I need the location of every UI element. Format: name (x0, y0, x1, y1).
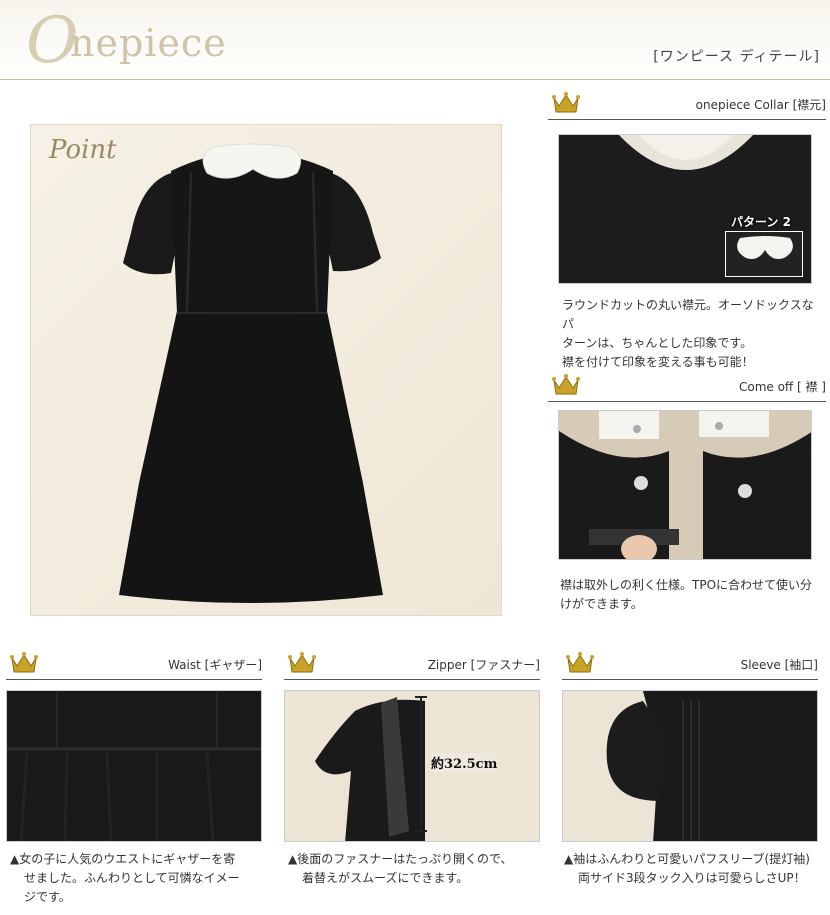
detachable-collar-illustration (559, 411, 811, 559)
desc-line: せました。ふんわりとして可憐なイメー (24, 871, 240, 885)
header-divider (0, 79, 830, 80)
section-title-comeoff: Come off [ 襟 ] (738, 380, 826, 394)
crown-icon (552, 374, 580, 395)
section-title-waist: Waist [ギャザー] (168, 658, 262, 672)
desc-line: ▲女の子に人気のウエストにギャザーを寄 (10, 852, 236, 866)
desc-line: ターンは、ちゃんとした印象です。 (562, 336, 753, 350)
desc-line: 両サイド3段タック入りは可愛らしさUP！ (578, 871, 806, 885)
desc-line: けができます。 (560, 597, 643, 611)
sleeve-description: ▲袖はふんわりと可愛いパフスリーブ(提灯袖) 両サイド3段タック入りは可愛らしさ… (564, 850, 826, 888)
desc-line: ▲袖はふんわりと可愛いパフスリーブ(提灯袖) (564, 852, 810, 866)
section-divider (548, 401, 826, 402)
comeoff-description: 襟は取外しの利く仕様。TPOに合わせて使い分 けができます。 (560, 576, 822, 614)
crown-icon (566, 652, 594, 673)
crown-icon (552, 92, 580, 113)
section-title-collar: onepiece Collar [襟元] (695, 98, 826, 112)
section-divider (548, 119, 826, 120)
section-title-sleeve: Sleeve [袖口] (740, 658, 818, 672)
section-header-zipper: Zipper [ファスナー] (284, 650, 540, 680)
crown-icon (10, 652, 38, 673)
desc-line: ジです。 (24, 890, 71, 904)
section-divider (284, 679, 540, 680)
section-header-collar: onepiece Collar [襟元] (548, 90, 826, 120)
zipper-photo: 約32.5cm (284, 690, 540, 842)
collar-inset-photo (725, 231, 803, 277)
section-header-waist: Waist [ギャザー] (6, 650, 262, 680)
logo-text: nepiece (70, 21, 227, 65)
desc-line: 襟を付けて印象を変える事も可能！ (562, 355, 754, 369)
collar-description: ラウンドカットの丸い襟元。オーソドックスなパ ターンは、ちゃんとした印象です。 … (562, 296, 822, 372)
desc-line: ▲後面のファスナーはたっぷり開くので、 (288, 852, 513, 866)
collar-photo: パターン 2 (558, 134, 812, 284)
dress-illustration (119, 143, 383, 603)
crown-icon (288, 652, 316, 673)
comeoff-photo (558, 410, 812, 560)
section-divider (562, 679, 818, 680)
zipper-illustration (285, 691, 539, 841)
main-dress-photo: Point (30, 124, 502, 616)
desc-line: 襟は取外しの利く仕様。TPOに合わせて使い分 (560, 578, 813, 592)
section-header-comeoff: Come off [ 襟 ] (548, 372, 826, 402)
pattern-badge: パターン 2 (731, 215, 791, 229)
section-title-zipper: Zipper [ファスナー] (427, 658, 540, 672)
zipper-length-label: 約32.5cm (431, 753, 498, 772)
page-header: O nepiece [ワンピース ディテール] (0, 0, 830, 80)
waist-description: ▲女の子に人気のウエストにギャザーを寄 せました。ふんわりとして可憐なイメー ジ… (10, 850, 262, 907)
desc-line: 着替えがスムーズにできます。 (302, 871, 469, 885)
waist-gather-illustration (7, 691, 261, 841)
sleeve-illustration (563, 691, 817, 841)
desc-line: ラウンドカットの丸い襟元。オーソドックスなパ (562, 298, 814, 331)
sleeve-photo (562, 690, 818, 842)
page-subtitle: [ワンピース ディテール] (653, 49, 820, 65)
section-header-sleeve: Sleeve [袖口] (562, 650, 818, 680)
section-divider (6, 679, 262, 680)
zipper-description: ▲後面のファスナーはたっぷり開くので、 着替えがスムーズにできます。 (288, 850, 540, 888)
waist-photo (6, 690, 262, 842)
